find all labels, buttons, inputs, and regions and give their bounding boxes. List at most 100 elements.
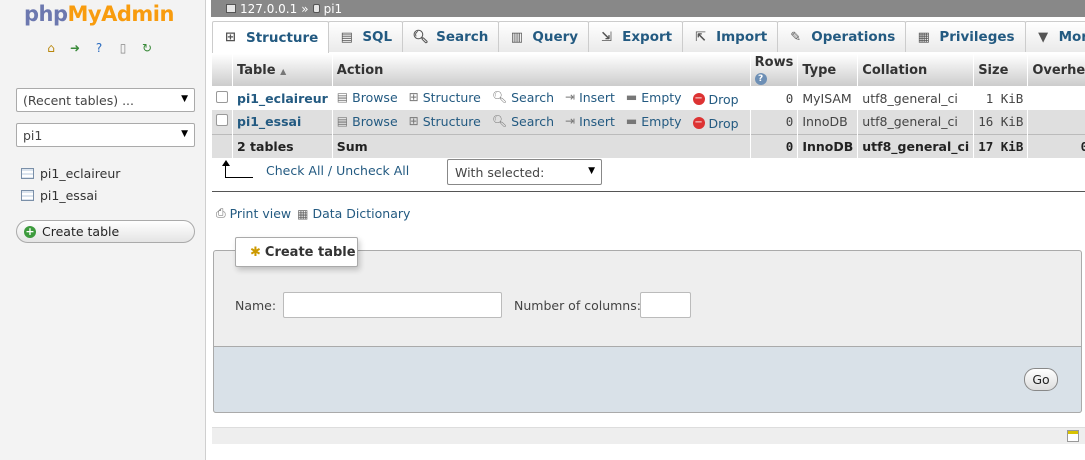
insert-icon: ⇥ (565, 114, 576, 128)
insert-link[interactable]: ⇥ Insert (565, 114, 615, 129)
search-icon: 🔍︎ (491, 90, 508, 105)
table-name-link[interactable]: pi1_essai (237, 114, 301, 129)
arrow-up-icon (222, 160, 253, 178)
drop-icon: − (692, 117, 705, 129)
type-value: MyISAM (797, 86, 859, 110)
drop-link[interactable]: − Drop (692, 92, 739, 107)
table-count: 2 tables (232, 133, 333, 158)
create-table-button[interactable]: + Create table (16, 220, 195, 243)
drop-link[interactable]: − Drop (692, 116, 739, 131)
search-icon: 🔍︎ (412, 29, 429, 45)
rows-value: 0 (750, 86, 799, 110)
table-header-row: Table ▲ Action Rows ? Type Collation Siz… (212, 54, 1085, 86)
docs-icon[interactable]: ▯ (116, 41, 130, 55)
tab-operations[interactable]: ✎ Operations (777, 21, 907, 52)
server-icon (226, 4, 236, 13)
privileges-icon: ▦ (917, 29, 930, 45)
empty-link[interactable]: ▬ Empty (626, 114, 682, 129)
export-icon: ⇲ (601, 29, 613, 45)
tab-export[interactable]: ⇲ Export (588, 21, 684, 52)
chevron-down-icon: ▼ (588, 166, 595, 176)
row-checkbox[interactable] (216, 114, 228, 127)
chevron-down-icon: ▼ (1038, 29, 1049, 45)
structure-link[interactable]: ⊞ Structure (409, 90, 481, 105)
column-header-rows[interactable]: Rows ? (750, 54, 799, 86)
browse-link[interactable]: ▤ Browse (337, 114, 398, 129)
recent-tables-select[interactable]: (Recent tables) ... ▼ (16, 88, 195, 112)
go-button[interactable]: Go (1024, 368, 1058, 391)
breadcrumb-db[interactable]: pi1 (324, 2, 343, 16)
home-icon[interactable]: ⌂ (44, 41, 58, 55)
breadcrumb-separator: » (301, 1, 309, 16)
table-icon (21, 167, 34, 179)
column-header-type[interactable]: Type (797, 54, 859, 86)
size-value[interactable]: 1 KiB (973, 86, 1029, 110)
logout-icon[interactable]: ➜ (68, 41, 82, 55)
divider (212, 191, 1085, 192)
empty-link[interactable]: ▬ Empty (626, 90, 682, 105)
sum-label: Sum (332, 133, 751, 158)
sum-collation: utf8_general_ci (857, 133, 975, 158)
empty-icon: ▬ (625, 90, 638, 105)
structure-link[interactable]: ⊞ Structure (409, 114, 481, 129)
structure-icon: ⊞ (408, 114, 419, 128)
row-checkbox[interactable] (216, 90, 228, 103)
tab-more[interactable]: ▼More (1024, 21, 1085, 52)
help-icon[interactable]: ? (92, 41, 106, 55)
type-value: InnoDB (797, 110, 859, 134)
search-link[interactable]: 🔍︎ Search (492, 114, 554, 129)
columns-count-input[interactable] (640, 292, 691, 318)
size-value[interactable]: 16 KiB (973, 110, 1029, 134)
print-icon: ⎙ (216, 206, 226, 220)
table-name-input[interactable] (283, 292, 502, 318)
reload-icon[interactable]: ↻ (140, 41, 154, 55)
new-table-icon: ✱ (250, 244, 261, 260)
sum-size: 17 KiB (973, 133, 1029, 158)
insert-link[interactable]: ⇥ Insert (565, 90, 615, 105)
with-selected-select[interactable]: With selected: ▼ (447, 159, 602, 185)
structure-icon: ⊞ (225, 30, 236, 45)
query-icon: ▥ (510, 29, 524, 45)
main-tabs: ⊞ Structure ▤ SQL 🔍︎ Search ▥ Query ⇲ Export … (212, 21, 1085, 53)
tab-import[interactable]: ⇱ Import (682, 21, 779, 52)
chevron-down-icon: ▼ (181, 94, 188, 104)
tab-structure[interactable]: ⊞ Structure (212, 21, 330, 53)
table-name-link[interactable]: pi1_eclaireur (237, 91, 328, 106)
name-label: Name: (235, 298, 277, 313)
phpmyadmin-logo[interactable]: phpMyAdmin (24, 2, 174, 26)
check-all-bar: Check All / Uncheck All (222, 160, 409, 178)
tab-sql[interactable]: ▤ SQL (328, 21, 404, 52)
row-actions: ▤ Browse ⊞ Structure 🔍︎ Search ⇥ Insert ▬ Emp… (332, 86, 751, 110)
database-select[interactable]: pi1 ▼ (16, 123, 195, 147)
help-icon[interactable]: ? (754, 73, 767, 85)
sum-overhead: 0 B (1027, 133, 1085, 158)
row-actions: ▤ Browse ⊞ Structure 🔍︎ Search ⇥ Insert ▬ Emp… (332, 110, 751, 134)
search-link[interactable]: 🔍︎ Search (492, 90, 554, 105)
columns-label: Number of columns: (514, 298, 641, 313)
collation-value: utf8_general_ci (857, 86, 975, 110)
tree-item-table[interactable]: pi1_essai (21, 184, 120, 206)
column-header-action: Action (332, 54, 751, 86)
column-header-overhead[interactable]: Overhead (1027, 54, 1085, 86)
insert-icon: ⇥ (565, 90, 576, 105)
tab-query[interactable]: ▥ Query (498, 21, 590, 52)
dictionary-icon: ▦ (297, 206, 309, 221)
column-header-size[interactable]: Size (973, 54, 1029, 86)
sql-icon: ▤ (340, 29, 353, 45)
browse-link[interactable]: ▤ Browse (337, 90, 398, 105)
tab-search[interactable]: 🔍︎ Search (402, 21, 500, 52)
console-icon[interactable] (1067, 430, 1079, 442)
data-dictionary-link[interactable]: Data Dictionary (312, 206, 410, 221)
overhead-value: – (1027, 110, 1085, 134)
print-view-link[interactable]: Print view (230, 206, 292, 221)
check-all-link[interactable]: Check All / Uncheck All (266, 163, 409, 178)
tab-privileges[interactable]: ▦ Privileges (905, 21, 1026, 52)
column-header-table[interactable]: Table ▲ (232, 54, 333, 86)
tree-item-table[interactable]: pi1_eclaireur (21, 162, 120, 184)
browse-icon: ▤ (336, 90, 349, 105)
breadcrumb-server[interactable]: 127.0.0.1 (240, 2, 297, 16)
column-header-collation[interactable]: Collation (857, 54, 975, 86)
structure-icon: ⊞ (408, 90, 419, 105)
sum-row: 2 tables Sum 0 InnoDB utf8_general_ci 17… (212, 133, 1085, 158)
create-table-legend: ✱ Create table (235, 237, 358, 267)
